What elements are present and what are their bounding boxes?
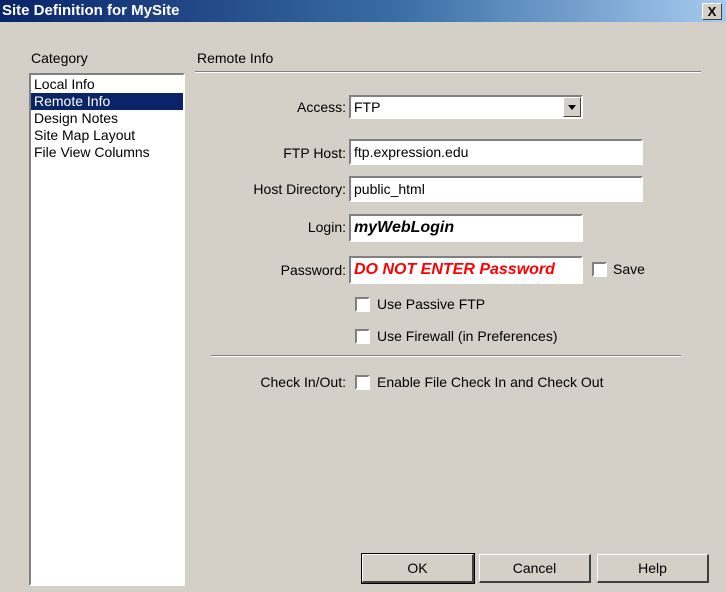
section-divider <box>195 71 701 73</box>
access-select[interactable]: FTP <box>349 95 583 119</box>
cancel-button[interactable]: Cancel <box>479 554 591 583</box>
close-button[interactable]: X <box>702 3 722 20</box>
access-value: FTP <box>354 99 381 115</box>
category-list[interactable]: Local Info Remote Info Design Notes Site… <box>29 73 185 586</box>
check-in-out-option-label[interactable]: Enable File Check In and Check Out <box>377 374 603 390</box>
passive-ftp-checkbox[interactable] <box>355 297 370 312</box>
login-label: Login: <box>307 219 346 235</box>
check-in-out-checkbox[interactable] <box>355 375 370 390</box>
password-input[interactable]: DO NOT ENTER Password <box>349 256 583 284</box>
category-header: Category <box>31 50 88 66</box>
category-item-file-view-columns[interactable]: File View Columns <box>31 144 183 161</box>
host-directory-label: Host Directory: <box>253 181 346 197</box>
access-label: Access: <box>296 99 346 115</box>
ok-button[interactable]: OK <box>361 553 475 584</box>
save-password-label[interactable]: Save <box>613 261 645 277</box>
dropdown-button[interactable] <box>563 97 581 117</box>
title-bar: Site Definition for MySite X <box>0 0 726 22</box>
help-button[interactable]: Help <box>597 554 709 583</box>
passive-ftp-label[interactable]: Use Passive FTP <box>377 296 485 312</box>
options-divider <box>211 355 681 357</box>
ftp-host-input[interactable]: ftp.expression.edu <box>349 139 643 165</box>
window-title: Site Definition for MySite <box>2 2 180 19</box>
ftp-host-label: FTP Host: <box>283 145 346 161</box>
login-input[interactable]: myWebLogin <box>349 214 583 242</box>
firewall-label[interactable]: Use Firewall (in Preferences) <box>377 328 558 344</box>
check-in-out-label: Check In/Out: <box>260 374 346 390</box>
firewall-checkbox[interactable] <box>355 329 370 344</box>
section-title: Remote Info <box>197 50 274 66</box>
close-icon: X <box>707 4 717 19</box>
host-directory-input[interactable]: public_html <box>349 176 643 202</box>
category-item-local-info[interactable]: Local Info <box>31 76 183 93</box>
password-label: Password: <box>280 262 346 278</box>
category-item-site-map-layout[interactable]: Site Map Layout <box>31 127 183 144</box>
chevron-down-icon <box>568 105 576 110</box>
category-item-design-notes[interactable]: Design Notes <box>31 110 183 127</box>
save-password-checkbox[interactable] <box>592 262 607 277</box>
category-item-remote-info[interactable]: Remote Info <box>31 93 183 110</box>
